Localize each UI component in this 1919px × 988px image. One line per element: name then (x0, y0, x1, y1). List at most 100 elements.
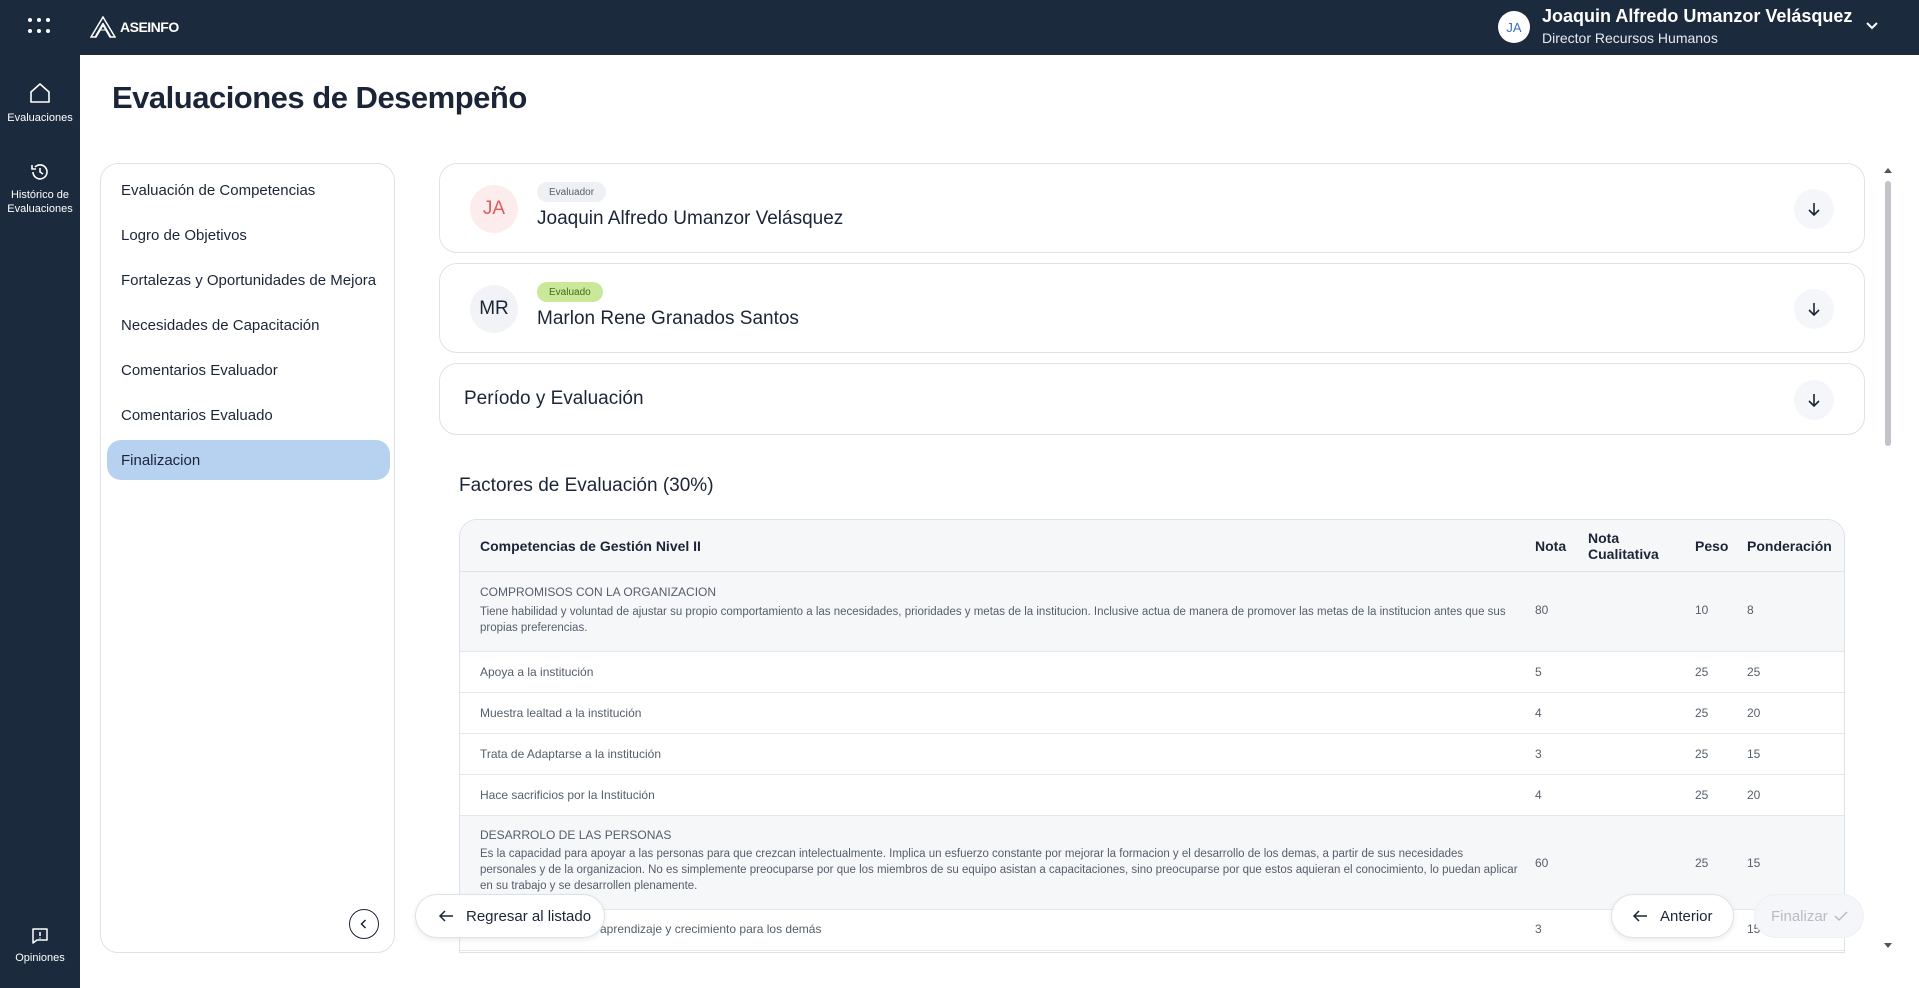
left-rail: Evaluaciones Histórico de Evaluaciones O… (0, 55, 80, 988)
finish-button[interactable]: Finalizar (1754, 894, 1864, 938)
group-description: Es la capacidad para apoyar a las person… (480, 848, 1518, 892)
cell-peso: 25 (1695, 706, 1709, 720)
back-label: Regresar al listado (466, 907, 592, 925)
expand-evaluated-button[interactable] (1794, 289, 1834, 329)
evaluated-avatar: MR (470, 285, 518, 333)
arrow-left-icon (438, 910, 453, 922)
history-icon (31, 164, 48, 180)
header-nota-cualitativa-1: Nota (1588, 530, 1620, 546)
aseinfo-logo-icon (90, 16, 116, 38)
section-nav: Evaluación de Competencias Logro de Obje… (100, 163, 395, 953)
cell-nota: 3 (1535, 922, 1542, 936)
group-row: COMPROMISOS CON LA ORGANIZACION Tiene ha… (460, 572, 1844, 652)
expand-evaluator-button[interactable] (1794, 189, 1834, 229)
nav-item-objetivos[interactable]: Logro de Objetivos (107, 215, 390, 255)
cell-label: Muestra lealtad a la institución (480, 706, 642, 720)
cell-peso: 25 (1695, 665, 1709, 679)
scrollbar[interactable] (1882, 163, 1894, 953)
cell-nota: 4 (1535, 706, 1542, 720)
rail-label: Evaluaciones (7, 112, 73, 124)
evaluated-card: MR Evaluado Marlon Rene Granados Santos (439, 263, 1865, 353)
group-title: COMPROMISOS CON LA ORGANIZACION (480, 585, 717, 599)
expand-period-button[interactable] (1794, 380, 1834, 420)
top-bar: ASEINFO JA Joaquin Alfredo Umanzor Velás… (0, 0, 1919, 55)
rail-label: Opiniones (15, 952, 65, 964)
cell-nota: 80 (1535, 603, 1549, 617)
brand-name: ASEINFO (120, 19, 179, 35)
cell-nota: 5 (1535, 665, 1542, 679)
cell-peso: 25 (1695, 856, 1709, 870)
factors-table: Competencias de Gestión Nivel II Nota No… (459, 519, 1845, 953)
cell-label: Hace sacrificios por la Institución (480, 788, 655, 802)
table-row: Hace sacrificios por la Institución 4 25… (460, 775, 1844, 816)
cell-ponderacion: 15 (1747, 747, 1761, 761)
evaluated-name: Marlon Rene Granados Santos (537, 308, 799, 329)
nav-item-competencias[interactable]: Evaluación de Competencias (107, 170, 390, 210)
rail-item-evaluaciones[interactable]: Evaluaciones (0, 81, 80, 125)
nav-item-comentarios-evaluado[interactable]: Comentarios Evaluado (107, 395, 390, 435)
finish-label: Finalizar (1771, 907, 1828, 925)
cell-ponderacion: 15 (1747, 856, 1761, 870)
header-ponderacion: Ponderación (1747, 538, 1832, 554)
cell-ponderacion: 25 (1747, 665, 1761, 679)
user-name: Joaquin Alfredo Umanzor Velásquez (1542, 6, 1853, 26)
cell-ponderacion: 20 (1747, 788, 1761, 802)
table-header: Competencias de Gestión Nivel II Nota No… (460, 520, 1844, 572)
cell-peso: 25 (1695, 788, 1709, 802)
cell-label: Apoya a la institución (480, 665, 594, 679)
header-competencia: Competencias de Gestión Nivel II (480, 538, 701, 554)
scroll-down-icon[interactable] (1882, 941, 1894, 951)
apps-grid-icon[interactable] (28, 18, 50, 36)
scroll-up-icon[interactable] (1882, 165, 1894, 175)
nav-item-finalizacion[interactable]: Finalizacion (107, 440, 390, 480)
rail-label: Histórico de Evaluaciones (7, 189, 73, 215)
evaluator-avatar: JA (470, 185, 518, 233)
table-row: Muestra lealtad a la institución 4 25 20 (460, 693, 1844, 734)
nav-item-capacitacion[interactable]: Necesidades de Capacitación (107, 305, 390, 345)
home-icon (30, 83, 50, 103)
cell-peso: 10 (1695, 603, 1709, 617)
check-icon (1834, 911, 1848, 922)
factors-title: Factores de Evaluación (30%) (459, 475, 714, 496)
user-role: Director Recursos Humanos (1542, 30, 1718, 46)
cell-ponderacion: 20 (1747, 706, 1761, 720)
group-title: DESARROLO DE LAS PERSONAS (480, 828, 672, 842)
rail-item-opiniones[interactable]: Opiniones (0, 927, 80, 965)
nav-item-comentarios-evaluador[interactable]: Comentarios Evaluador (107, 350, 390, 390)
chevron-down-icon[interactable] (1862, 16, 1882, 36)
cell-label: Trata de Adaptarse a la institución (480, 747, 661, 761)
cell-nota: 4 (1535, 788, 1542, 802)
feedback-icon (32, 928, 48, 944)
collapse-nav-button[interactable] (349, 909, 379, 939)
back-to-list-button[interactable]: Regresar al listado (415, 894, 605, 938)
arrow-left-icon (1632, 910, 1647, 922)
period-title: Período y Evaluación (464, 388, 644, 409)
cell-nota: 3 (1535, 747, 1542, 761)
arrow-down-icon (1808, 303, 1820, 316)
logo: ASEINFO (90, 14, 179, 40)
evaluator-card: JA Evaluador Joaquin Alfredo Umanzor Vel… (439, 163, 1865, 253)
arrow-down-icon (1808, 203, 1820, 216)
previous-button[interactable]: Anterior (1611, 894, 1734, 938)
page-title: Evaluaciones de Desempeño (112, 80, 527, 115)
evaluator-badge: Evaluador (537, 182, 607, 202)
user-avatar[interactable]: JA (1498, 11, 1530, 43)
header-nota: Nota (1535, 538, 1567, 554)
arrow-down-icon (1808, 394, 1820, 407)
group-description: Tiene habilidad y voluntad de ajustar su… (480, 606, 1506, 634)
scroll-thumb[interactable] (1885, 181, 1891, 446)
chevron-left-icon (360, 919, 367, 929)
header-peso: Peso (1695, 538, 1729, 554)
table-row: Trata de Adaptarse a la institución 3 25… (460, 734, 1844, 775)
cell-peso: 25 (1695, 747, 1709, 761)
nav-item-fortalezas[interactable]: Fortalezas y Oportunidades de Mejora (107, 260, 390, 300)
evaluated-badge: Evaluado (537, 282, 603, 302)
period-card[interactable]: Período y Evaluación (439, 363, 1865, 435)
cell-nota: 60 (1535, 856, 1549, 870)
cell-label: aprendizaje y crecimiento para los demás (600, 922, 822, 936)
previous-label: Anterior (1660, 907, 1713, 925)
header-nota-cualitativa-2: Cualitativa (1588, 546, 1659, 562)
evaluator-name: Joaquin Alfredo Umanzor Velásquez (537, 208, 844, 229)
cell-ponderacion: 8 (1747, 603, 1754, 617)
rail-item-historico[interactable]: Histórico de Evaluaciones (0, 162, 80, 216)
